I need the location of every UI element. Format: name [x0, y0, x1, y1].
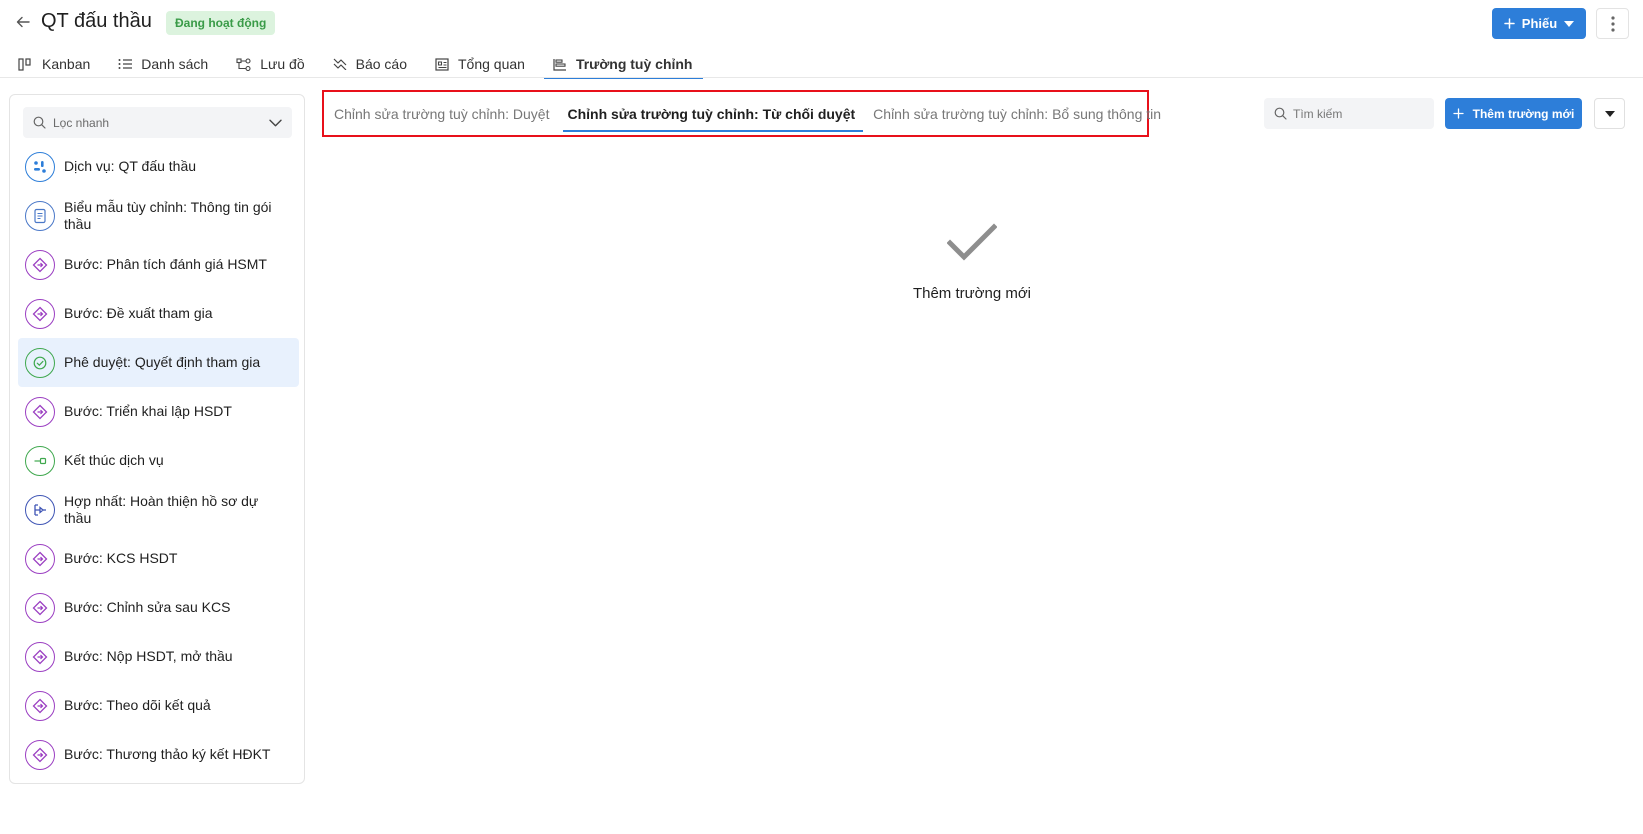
- step-icon: [25, 641, 55, 672]
- search-icon: [33, 116, 46, 129]
- tab-kanban[interactable]: Kanban: [0, 50, 100, 78]
- sidebar-item-step[interactable]: Bước: Nộp HSDT, mở thầu: [18, 632, 299, 681]
- tab-label: Lưu đồ: [260, 56, 305, 72]
- tab-label: Trường tuỳ chỉnh: [575, 56, 693, 72]
- plus-icon: [1452, 108, 1464, 119]
- sidebar-item-label: Bước: Chỉnh sửa sau KCS: [64, 599, 231, 615]
- sidebar-item-label: Bước: Theo dõi kết quả: [64, 697, 211, 713]
- flowchart-icon: [236, 57, 251, 71]
- step-icon: [25, 298, 55, 329]
- kanban-icon: [18, 57, 31, 71]
- page-title: QT đấu thầu: [41, 10, 152, 32]
- tab-label: Kanban: [42, 56, 91, 72]
- sidebar-item-step[interactable]: Bước: KCS HSDT: [18, 534, 299, 583]
- view-tabs: Kanban Danh sách Lưu đồ Báo cáo Tổng qua…: [0, 50, 703, 79]
- sidebar-item-label: Bước: KCS HSDT: [64, 550, 178, 566]
- chevron-down-icon: [269, 119, 282, 126]
- more-options-button[interactable]: [1596, 8, 1629, 39]
- quick-filter-placeholder: Lọc nhanh: [53, 115, 110, 130]
- form-icon: [25, 200, 55, 231]
- sidebar-item-label: Hợp nhất: Hoàn thiện hồ sơ dự thầu: [64, 492, 259, 526]
- custom-fields-icon: [553, 58, 566, 71]
- sidebar-item-step[interactable]: Bước: Đề xuất tham gia: [18, 289, 299, 338]
- sidebar-item-label: Bước: Phân tích đánh giá HSMT: [64, 256, 267, 272]
- sidebar-item-step[interactable]: Bước: Chỉnh sửa sau KCS: [18, 583, 299, 632]
- step-list: Dịch vụ: QT đấu thầu Biểu mẫu tùy chỉnh:…: [18, 142, 299, 779]
- sidebar-item-approval[interactable]: Phê duyệt: Quyết định tham gia: [18, 338, 299, 387]
- approval-check-icon: [25, 347, 55, 378]
- sidebar-item-label: Biểu mẫu tùy chỉnh: Thông tin gói thầu: [64, 198, 272, 232]
- new-ticket-label: Phiếu: [1521, 16, 1558, 31]
- end-service-icon: [25, 445, 55, 476]
- step-icon: [25, 739, 55, 770]
- service-icon: [25, 151, 55, 182]
- step-icon: [25, 249, 55, 280]
- status-badge: Đang hoạt động: [166, 11, 276, 35]
- new-ticket-button[interactable]: Phiếu: [1492, 8, 1586, 39]
- app-header: QT đấu thầu Đang hoạt động Phiếu: [0, 0, 1643, 44]
- arrow-left-icon: [16, 16, 30, 28]
- sidebar-item-end[interactable]: Kết thúc dịch vụ: [18, 436, 299, 485]
- empty-state: Thêm trường mới: [872, 222, 1072, 302]
- empty-state-text: Thêm trường mới: [912, 285, 1032, 302]
- custom-field-tabs: Chỉnh sửa trường tuỳ chỉnh: Duyệt Chỉnh …: [322, 90, 1161, 137]
- sidebar-item-form[interactable]: Biểu mẫu tùy chỉnh: Thông tin gói thầu: [18, 191, 299, 240]
- sidebar-item-label: Bước: Triển khai lập HSDT: [64, 403, 232, 419]
- tab-flowchart[interactable]: Lưu đồ: [218, 50, 314, 78]
- sidebar-item-service[interactable]: Dịch vụ: QT đấu thầu: [18, 142, 299, 191]
- tab-edit-approve[interactable]: Chỉnh sửa trường tuỳ chỉnh: Duyệt: [326, 94, 557, 134]
- tab-label: Danh sách: [141, 56, 209, 72]
- step-icon: [25, 592, 55, 623]
- step-icon: [25, 543, 55, 574]
- report-icon: [333, 58, 347, 70]
- list-icon: [118, 59, 133, 69]
- add-field-label: Thêm trường mới: [1472, 106, 1575, 121]
- sidebar: Lọc nhanh Dịch vụ: QT đấu thầu Biểu mẫu …: [9, 94, 305, 784]
- caret-down-icon: [1604, 110, 1615, 117]
- sidebar-item-step[interactable]: Bước: Theo dõi kết quả: [18, 681, 299, 730]
- step-icon: [25, 396, 55, 427]
- more-actions-dropdown[interactable]: [1594, 98, 1625, 129]
- tab-edit-supplement[interactable]: Chỉnh sửa trường tuỳ chỉnh: Bổ sung thôn…: [865, 94, 1169, 134]
- sidebar-item-label: Phê duyệt: Quyết định tham gia: [64, 354, 261, 370]
- tab-list[interactable]: Danh sách: [100, 50, 218, 78]
- plus-icon: [1504, 18, 1515, 29]
- tab-edit-reject[interactable]: Chỉnh sửa trường tuỳ chỉnh: Từ chối duyệ…: [559, 94, 863, 134]
- sidebar-item-step[interactable]: Bước: Phân tích đánh giá HSMT: [18, 240, 299, 289]
- search-field[interactable]: [1264, 98, 1434, 129]
- sidebar-item-label: Kết thúc dịch vụ: [64, 452, 164, 468]
- search-icon: [1274, 107, 1287, 120]
- sidebar-item-label: Bước: Thương thảo ký kết HĐKT: [64, 746, 271, 762]
- tab-overview[interactable]: Tổng quan: [417, 50, 535, 78]
- back-button[interactable]: [13, 12, 33, 32]
- tab-custom-fields[interactable]: Trường tuỳ chỉnh: [535, 50, 703, 79]
- sidebar-item-merge[interactable]: Hợp nhất: Hoàn thiện hồ sơ dự thầu: [18, 485, 299, 534]
- tab-label: Báo cáo: [355, 56, 407, 72]
- sidebar-item-step[interactable]: Bước: Triển khai lập HSDT: [18, 387, 299, 436]
- tab-label: Tổng quan: [458, 56, 525, 72]
- sidebar-item-label: Bước: Đề xuất tham gia: [64, 305, 213, 321]
- header-divider: [0, 77, 1643, 78]
- step-icon: [25, 690, 55, 721]
- merge-icon: [25, 494, 55, 525]
- caret-down-icon: [1564, 20, 1575, 27]
- kebab-menu-icon: [1610, 15, 1615, 32]
- sidebar-item-label: Dịch vụ: QT đấu thầu: [64, 158, 197, 174]
- quick-filter-select[interactable]: Lọc nhanh: [23, 107, 292, 138]
- checkmark-icon: [946, 223, 998, 261]
- add-field-button[interactable]: Thêm trường mới: [1445, 98, 1582, 129]
- sidebar-item-step[interactable]: Bước: Thương thảo ký kết HĐKT: [18, 730, 299, 779]
- tab-report[interactable]: Báo cáo: [315, 50, 417, 78]
- search-input[interactable]: [1293, 106, 1423, 121]
- sidebar-item-label: Bước: Nộp HSDT, mở thầu: [64, 648, 233, 664]
- overview-icon: [435, 57, 449, 71]
